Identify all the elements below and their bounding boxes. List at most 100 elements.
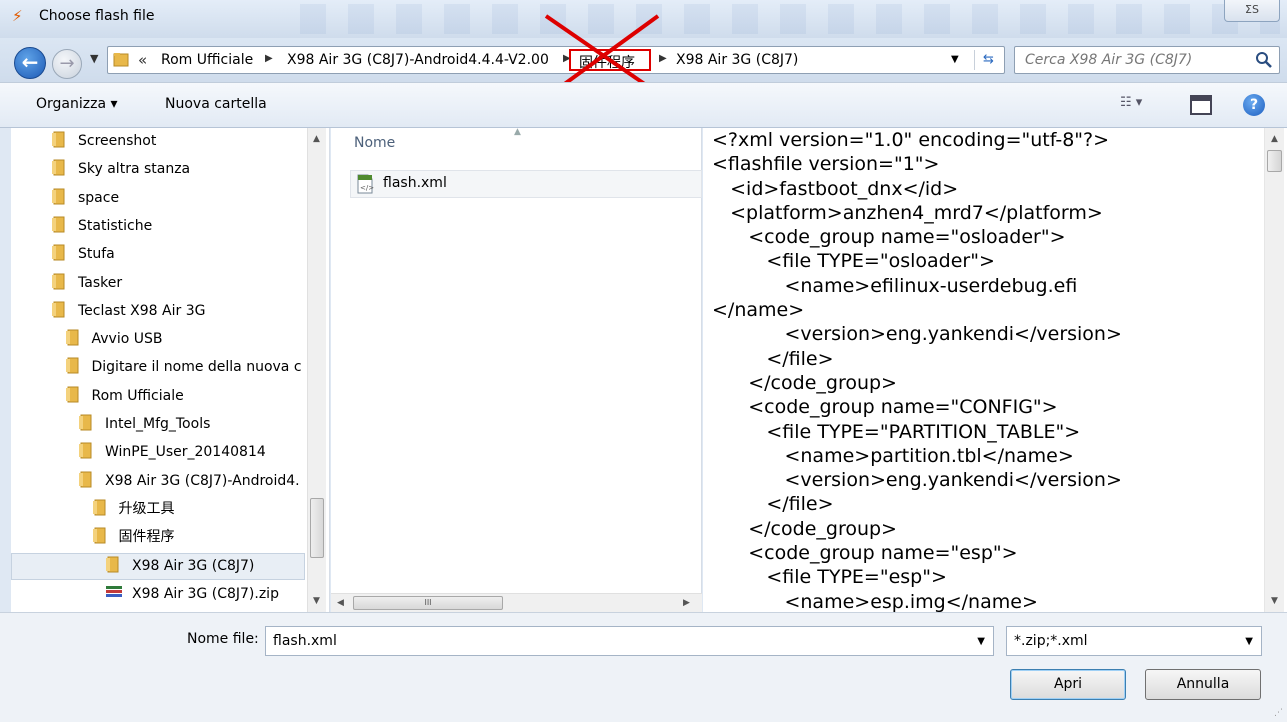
preview-scroll-thumb[interactable] xyxy=(1267,150,1282,172)
nav-tree-item[interactable]: Screenshot xyxy=(51,128,156,154)
folder-icon xyxy=(106,556,119,572)
chevron-down-icon[interactable]: ▼ xyxy=(1245,636,1253,647)
preview-pane-icon[interactable] xyxy=(1190,95,1212,115)
nav-item-label: Intel_Mfg_Tools xyxy=(105,416,211,432)
nav-item-label: 固件程序 xyxy=(118,529,175,546)
scroll-up-icon[interactable]: ▲ xyxy=(1271,134,1278,144)
address-bar[interactable]: « Rom Ufficiale ▶ X98 Air 3G (C8J7)-Andr… xyxy=(107,46,1005,74)
folder-icon xyxy=(92,527,105,544)
recent-locations-icon[interactable]: ▼ xyxy=(90,52,98,65)
preview-scrollbar[interactable]: ▲ ▼ xyxy=(1264,128,1284,612)
xml-line: <version>eng.yankendi</version> xyxy=(712,323,1122,346)
search-icon[interactable] xyxy=(1255,51,1273,69)
nav-item-label: Screenshot xyxy=(78,133,157,149)
preview-pane[interactable]: <?xml version="1.0" encoding="utf-8"?> <f… xyxy=(703,128,1287,612)
nav-item-label: 升级工具 xyxy=(118,500,175,517)
xml-line: <platform>anzhen4_mrd7</platform> xyxy=(712,201,1103,224)
xml-line: </name> xyxy=(712,299,805,322)
xml-line: </file> xyxy=(712,347,834,370)
help-icon[interactable]: ? xyxy=(1243,94,1265,116)
nav-tree-item[interactable]: Intel_Mfg_Tools xyxy=(78,411,210,437)
folder-icon xyxy=(79,471,92,488)
nav-tree-item[interactable]: space xyxy=(51,185,119,211)
open-button[interactable]: Apri xyxy=(1010,669,1126,700)
column-header-name[interactable]: Nome xyxy=(354,135,395,151)
close-button[interactable]: ΣS xyxy=(1224,0,1280,22)
xml-line: <code_group name="esp"> xyxy=(712,542,1018,565)
file-list-pane[interactable]: ▲ Nome </> flash.xml ◀ III ▶ xyxy=(331,127,702,612)
search-placeholder: Cerca X98 Air 3G (C8J7) xyxy=(1025,52,1193,68)
folder-icon xyxy=(52,216,65,233)
nav-tree-item[interactable]: WinPE_User_20140814 xyxy=(78,439,266,465)
cancel-button[interactable]: Annulla xyxy=(1145,669,1261,700)
navigation-pane[interactable]: Screenshot Sky altra stanza space Statistic… xyxy=(11,128,330,612)
scroll-left-icon[interactable]: ◀ xyxy=(337,598,344,608)
forward-button[interactable]: → xyxy=(52,49,82,79)
nav-tree-item[interactable]: Digitare il nome della nuova c xyxy=(65,354,302,380)
nav-item-label: Statistiche xyxy=(78,217,153,234)
title-bar: ⚡ Choose flash file ΣS xyxy=(0,0,1287,38)
back-button[interactable]: ← xyxy=(14,47,46,79)
nav-tree-item[interactable]: Statistiche xyxy=(51,213,152,239)
nav-tree-item[interactable]: X98 Air 3G (C8J7) xyxy=(105,553,254,579)
file-scroll-thumb[interactable]: III xyxy=(353,596,503,610)
address-dropdown-icon[interactable]: ▼ xyxy=(951,54,959,65)
nav-tree-item[interactable]: Tasker xyxy=(51,270,122,296)
nav-tree-item[interactable]: Avvio USB xyxy=(65,326,163,352)
nav-item-label: Tasker xyxy=(78,274,123,291)
xml-line: <file TYPE="esp"> xyxy=(712,566,947,589)
filename-input[interactable]: flash.xml ▼ xyxy=(265,626,994,656)
nav-item-label: space xyxy=(78,189,120,206)
xml-line: </code_group> xyxy=(712,371,897,394)
file-row[interactable]: </> flash.xml xyxy=(350,170,702,198)
change-view-button[interactable]: ☷ ▾ xyxy=(1120,95,1142,110)
folder-icon xyxy=(79,442,92,459)
xml-line: <file TYPE="osloader"> xyxy=(712,250,995,273)
folder-icon xyxy=(113,53,129,67)
scroll-up-icon[interactable]: ▲ xyxy=(313,134,320,144)
xml-line: <?xml version="1.0" encoding="utf-8"?> xyxy=(712,129,1110,151)
nav-tree-item[interactable]: Rom Ufficiale xyxy=(65,383,184,409)
file-type-filter[interactable]: *.zip;*.xml ▼ xyxy=(1006,626,1262,656)
breadcrumb-android-folder[interactable]: X98 Air 3G (C8J7)-Android4.4.4-V2.00 xyxy=(287,52,549,68)
archive-icon xyxy=(106,585,122,597)
refresh-icon[interactable]: ⇆ xyxy=(974,50,1002,70)
organize-menu[interactable]: Organizza ▾ xyxy=(36,96,118,112)
nav-tree-item[interactable]: Stufa xyxy=(51,241,115,267)
nav-item-label: Stufa xyxy=(78,246,115,263)
file-horizontal-scrollbar[interactable]: ◀ III ▶ xyxy=(331,593,702,612)
folder-icon xyxy=(52,188,65,205)
nav-scrollbar[interactable]: ▲ ▼ xyxy=(307,128,326,612)
new-folder-button[interactable]: Nuova cartella xyxy=(165,96,267,112)
xml-line: <name>esp.img</name> xyxy=(712,590,1038,612)
folder-icon xyxy=(79,414,92,431)
nav-tree-item[interactable]: Sky altra stanza xyxy=(51,156,190,182)
nav-tree-item[interactable]: X98 Air 3G (C8J7)-Android4. xyxy=(78,468,300,494)
xml-line: <code_group name="osloader"> xyxy=(712,226,1066,249)
scroll-right-icon[interactable]: ▶ xyxy=(683,598,690,608)
nav-scroll-thumb[interactable] xyxy=(310,498,324,558)
resize-grip-icon[interactable]: ⋰ xyxy=(1274,708,1283,718)
folder-icon xyxy=(52,244,65,261)
search-input[interactable]: Cerca X98 Air 3G (C8J7) xyxy=(1014,46,1280,74)
folder-icon xyxy=(65,357,78,374)
nav-tree-item[interactable]: X98 Air 3G (C8J7).zip xyxy=(105,581,279,607)
nav-tree-item[interactable]: Teclast X98 Air 3G xyxy=(51,298,205,324)
nav-tree-item[interactable]: 固件程序 xyxy=(92,524,175,550)
folder-icon xyxy=(52,273,65,289)
scroll-down-icon[interactable]: ▼ xyxy=(313,596,320,606)
xml-line: <name>partition.tbl</name> xyxy=(712,444,1074,467)
scroll-down-icon[interactable]: ▼ xyxy=(1271,596,1278,606)
xml-preview-text: <?xml version="1.0" encoding="utf-8"?> <f… xyxy=(712,128,1262,612)
nav-item-label: Avvio USB xyxy=(91,331,163,348)
nav-tree-item[interactable]: 升级工具 xyxy=(92,496,175,522)
breadcrumb-rom-ufficiale[interactable]: Rom Ufficiale xyxy=(161,52,253,68)
flash-icon: ⚡ xyxy=(12,7,23,25)
nav-item-label: Sky altra stanza xyxy=(78,161,191,178)
chevron-down-icon[interactable]: ▼ xyxy=(977,636,985,647)
overflow-chevron[interactable]: « xyxy=(138,51,147,69)
breadcrumb-current-folder[interactable]: X98 Air 3G (C8J7) xyxy=(676,52,798,68)
filename-value: flash.xml xyxy=(273,633,337,649)
folder-icon xyxy=(52,131,65,148)
xml-line: <flashfile version="1"> xyxy=(712,153,940,176)
